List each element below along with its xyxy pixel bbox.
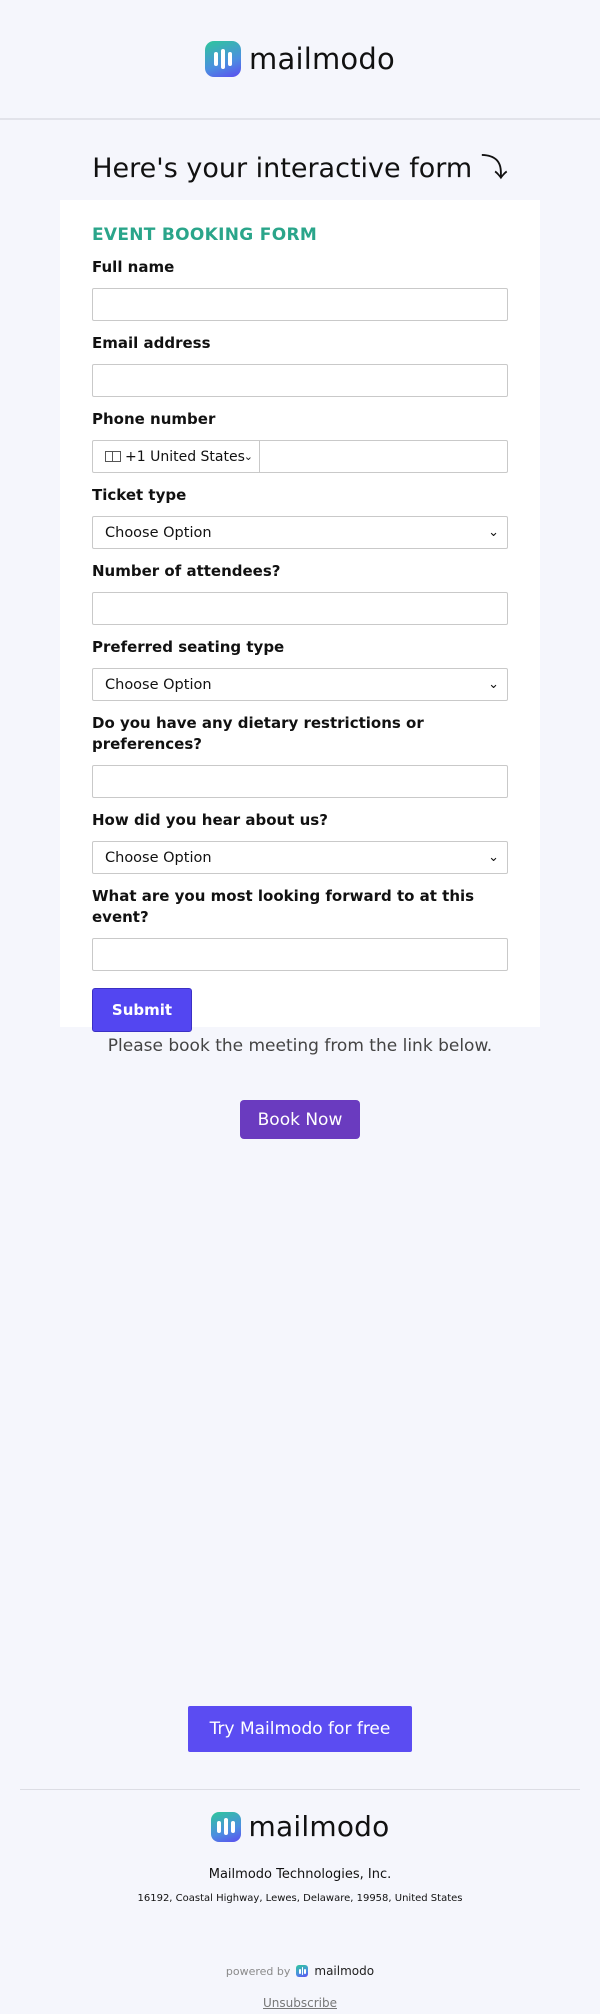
attendees-input[interactable] xyxy=(92,592,508,625)
powered-by[interactable]: powered by mailmodo xyxy=(0,1964,600,1978)
mailmodo-logo-icon xyxy=(210,1811,241,1842)
powered-by-label: powered by xyxy=(225,1964,291,1978)
unsubscribe-link[interactable]: Unsubscribe xyxy=(0,1996,600,2010)
full-name-input[interactable] xyxy=(92,288,508,321)
ticket-type-value: Choose Option xyxy=(105,524,212,541)
booking-note: Please book the meeting from the link be… xyxy=(107,1036,493,1056)
logo-wordmark: mailmodo xyxy=(249,42,395,76)
mailmodo-logo-icon xyxy=(205,41,242,77)
footer-divider xyxy=(20,1789,580,1790)
company-address: 16192, Coastal Highway, Lewes, Delaware,… xyxy=(137,1893,463,1904)
country-code-select[interactable]: +1 United States ⌄ xyxy=(93,441,260,472)
looking-forward-label: What are you most looking forward to at … xyxy=(92,887,475,926)
powered-by-brand: mailmodo xyxy=(314,1964,375,1978)
submit-button[interactable]: Submit xyxy=(92,988,192,1032)
footer-mailmodo-logo[interactable]: mailmodo xyxy=(210,1810,390,1843)
mailmodo-logo[interactable]: mailmodo xyxy=(205,41,395,77)
full-name-label: Full name xyxy=(92,258,175,276)
email-header: mailmodo xyxy=(0,0,600,120)
referral-value: Choose Option xyxy=(105,849,212,866)
chevron-down-icon: ⌄ xyxy=(488,525,499,540)
try-mailmodo-button[interactable]: Try Mailmodo for free xyxy=(188,1706,412,1752)
chevron-down-icon: ⌄ xyxy=(488,677,499,692)
book-now-button[interactable]: Book Now xyxy=(240,1100,360,1139)
phone-field: +1 United States ⌄ xyxy=(92,440,508,473)
referral-label: How did you hear about us? xyxy=(92,811,328,829)
phone-number-input[interactable] xyxy=(260,441,507,472)
flag-icon xyxy=(105,451,121,462)
chevron-down-icon: ⌄ xyxy=(488,850,499,865)
referral-select[interactable]: Choose Option ⌄ xyxy=(92,841,508,874)
seating-select[interactable]: Choose Option ⌄ xyxy=(92,668,508,701)
company-name: Mailmodo Technologies, Inc. xyxy=(208,1867,392,1882)
phone-label: Phone number xyxy=(92,410,216,428)
footer-logo-wrap: mailmodo xyxy=(0,1810,600,1843)
email-label: Email address xyxy=(92,334,211,352)
page-headline: Here's your interactive form ⤵ xyxy=(92,153,508,184)
chevron-down-icon: ⌄ xyxy=(243,450,253,463)
seating-label: Preferred seating type xyxy=(92,638,285,656)
dietary-input[interactable] xyxy=(92,765,508,798)
form-title: EVENT BOOKING FORM xyxy=(92,225,318,245)
attendees-label: Number of attendees? xyxy=(92,562,281,580)
ticket-type-select[interactable]: Choose Option ⌄ xyxy=(92,516,508,549)
looking-forward-input[interactable] xyxy=(92,938,508,971)
email-input[interactable] xyxy=(92,364,508,397)
seating-value: Choose Option xyxy=(105,676,212,693)
ticket-type-label: Ticket type xyxy=(92,486,187,504)
country-code-value: +1 United States xyxy=(125,448,245,465)
footer-logo-wordmark: mailmodo xyxy=(248,1810,390,1843)
booking-form: EVENT BOOKING FORM Full name Email addre… xyxy=(60,200,540,1032)
mailmodo-logo-icon xyxy=(296,1965,309,1977)
dietary-label: Do you have any dietary restrictions or … xyxy=(92,714,424,753)
